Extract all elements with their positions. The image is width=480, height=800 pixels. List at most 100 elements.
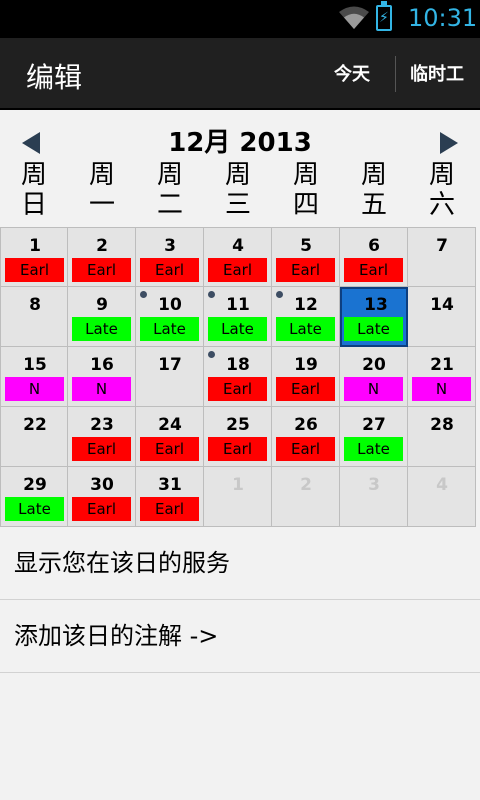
shift-badge: Earl: [140, 258, 199, 282]
calendar-day[interactable]: 15 N: [0, 347, 68, 407]
calendar-day[interactable]: 20 N: [340, 347, 408, 407]
calendar-day[interactable]: 31 Earl: [136, 467, 204, 527]
day-number: 2: [96, 236, 108, 256]
shift-badge: Late: [344, 317, 403, 341]
shift-badge: Earl: [276, 377, 335, 401]
shift-badge: Earl: [72, 497, 131, 521]
calendar-day[interactable]: 23 Earl: [68, 407, 136, 467]
day-number: 19: [294, 355, 318, 375]
day-number: 3: [164, 236, 176, 256]
weekday-label: 周二: [156, 160, 183, 220]
calendar-day[interactable]: 17: [136, 347, 204, 407]
day-number: 9: [96, 295, 108, 315]
calendar-day-other-month[interactable]: 2: [272, 467, 340, 527]
day-number: 31: [158, 475, 182, 495]
calendar-day[interactable]: 30 Earl: [68, 467, 136, 527]
shift-badge: Late: [344, 437, 403, 461]
calendar-day[interactable]: 12 Late: [272, 287, 340, 347]
page-title: 编辑: [26, 61, 83, 94]
shift-badge: Late: [276, 317, 335, 341]
calendar-day[interactable]: 3 Earl: [136, 227, 204, 287]
day-number: 4: [232, 236, 244, 256]
today-button[interactable]: 今天: [334, 60, 370, 86]
month-title: 12月 2013: [168, 128, 312, 158]
day-number: 15: [23, 355, 47, 375]
day-number: 13: [364, 295, 388, 315]
day-number: 1: [232, 475, 244, 495]
calendar-day[interactable]: 29 Late: [0, 467, 68, 527]
calendar-day[interactable]: 8: [0, 287, 68, 347]
day-number: 8: [29, 295, 41, 315]
day-number: 28: [430, 415, 454, 435]
day-number: 30: [90, 475, 114, 495]
shift-badge: Earl: [276, 437, 335, 461]
day-number: 29: [23, 475, 47, 495]
calendar-day[interactable]: 18 Earl: [204, 347, 272, 407]
calendar-day[interactable]: 5 Earl: [272, 227, 340, 287]
battery-icon: ⚡: [376, 1, 392, 31]
status-clock: 10:31: [408, 4, 478, 32]
weekday-label: 周六: [428, 160, 455, 220]
wifi-icon: [339, 6, 369, 29]
weekday-label: 周五: [360, 160, 387, 220]
calendar-day[interactable]: 2 Earl: [68, 227, 136, 287]
calendar-day[interactable]: 19 Earl: [272, 347, 340, 407]
add-note-item[interactable]: 添加该日的注解 ->: [0, 600, 480, 673]
day-number: 14: [430, 295, 454, 315]
shift-badge: Earl: [140, 497, 199, 521]
day-number: 7: [436, 236, 448, 256]
day-number: 2: [300, 475, 312, 495]
day-number: 4: [436, 475, 448, 495]
day-number: 12: [294, 295, 318, 315]
shift-badge: Earl: [208, 437, 267, 461]
calendar-day[interactable]: 9 Late: [68, 287, 136, 347]
day-number: 27: [362, 415, 386, 435]
calendar-day[interactable]: 16 N: [68, 347, 136, 407]
next-month-icon[interactable]: [440, 132, 458, 154]
day-number: 24: [158, 415, 182, 435]
day-number: 23: [90, 415, 114, 435]
show-service-item[interactable]: 显示您在该日的服务: [0, 527, 480, 600]
shift-badge: N: [5, 377, 64, 401]
calendar-day[interactable]: 26 Earl: [272, 407, 340, 467]
calendar-day[interactable]: 1 Earl: [0, 227, 68, 287]
day-number: 25: [226, 415, 250, 435]
calendar-day[interactable]: 25 Earl: [204, 407, 272, 467]
shift-badge: N: [344, 377, 403, 401]
shift-badge: Late: [72, 317, 131, 341]
calendar-day[interactable]: 22: [0, 407, 68, 467]
calendar-day[interactable]: 28: [408, 407, 476, 467]
weekday-label: 周四: [292, 160, 319, 220]
weekday-header: 周日周一周二周三周四周五周六: [0, 160, 480, 226]
shift-badge: Earl: [276, 258, 335, 282]
month-header: 12月 2013: [0, 112, 480, 164]
calendar-day[interactable]: 14: [408, 287, 476, 347]
calendar-day[interactable]: 13 Late: [340, 287, 408, 347]
calendar-grid: 1 Earl 2 Earl 3 Earl 4 Earl 5 Earl 6 Earl 7 8 9 Late 10 L…: [0, 227, 476, 527]
shift-badge: Late: [140, 317, 199, 341]
calendar-day-other-month[interactable]: 1: [204, 467, 272, 527]
action-divider: [395, 56, 396, 92]
day-number: 11: [226, 295, 250, 315]
calendar-day[interactable]: 7: [408, 227, 476, 287]
day-actions-list: 显示您在该日的服务 添加该日的注解 ->: [0, 527, 480, 673]
day-number: 10: [158, 295, 182, 315]
calendar-day[interactable]: 4 Earl: [204, 227, 272, 287]
calendar-day[interactable]: 27 Late: [340, 407, 408, 467]
calendar-day-other-month[interactable]: 3: [340, 467, 408, 527]
calendar-day-other-month[interactable]: 4: [408, 467, 476, 527]
day-number: 17: [158, 355, 182, 375]
day-number: 3: [368, 475, 380, 495]
day-number: 16: [90, 355, 114, 375]
calendar-day[interactable]: 11 Late: [204, 287, 272, 347]
calendar-day[interactable]: 21 N: [408, 347, 476, 407]
calendar-day[interactable]: 6 Earl: [340, 227, 408, 287]
shift-badge: Late: [5, 497, 64, 521]
shift-badge: Earl: [72, 258, 131, 282]
temp-worker-button[interactable]: 临时工: [410, 60, 464, 86]
calendar-day[interactable]: 10 Late: [136, 287, 204, 347]
calendar-day[interactable]: 24 Earl: [136, 407, 204, 467]
shift-badge: Earl: [208, 258, 267, 282]
shift-badge: Earl: [344, 258, 403, 282]
shift-badge: Earl: [140, 437, 199, 461]
